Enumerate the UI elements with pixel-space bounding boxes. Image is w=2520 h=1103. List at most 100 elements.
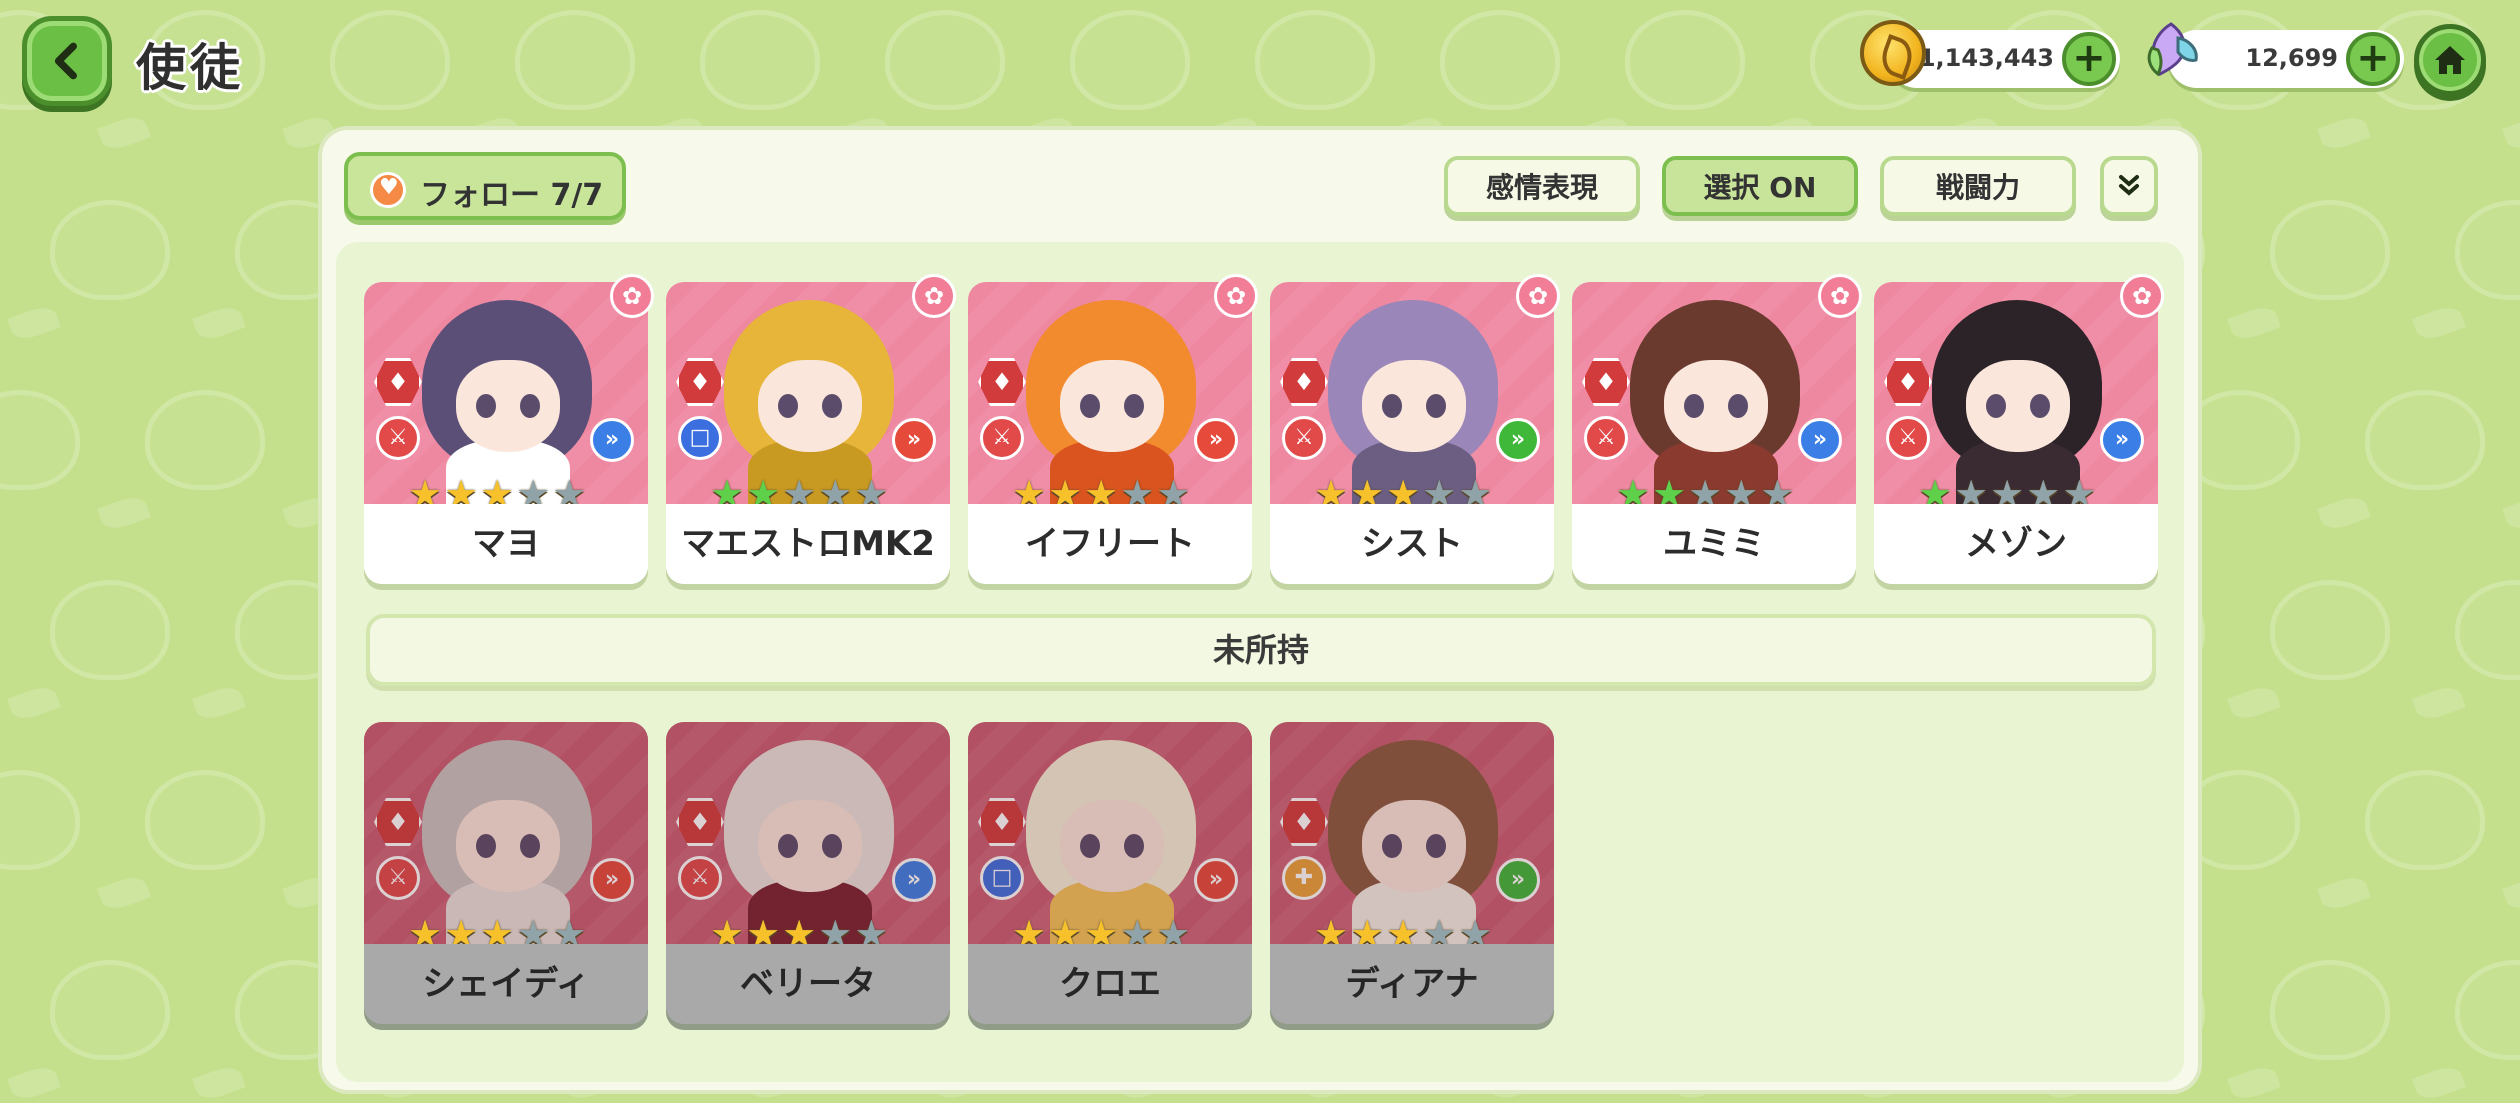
blue-type-icon: » [2100,418,2144,462]
unowned-section-header: 未所持 [366,614,2156,686]
apostle-portrait: ♦ ⚔ » [1572,282,1856,504]
attacker-role-icon: ⚔ [376,856,420,900]
background-doodle [2270,200,2390,300]
background-doodle [145,770,265,870]
coin-icon [1860,20,1926,86]
apostle-name: ディアナ [1270,944,1554,1024]
background-doodle [1070,10,1190,110]
apostle-name: シスト [1270,504,1554,584]
background-leaf [2502,492,2520,534]
favorite-flower-icon[interactable]: ✿ [912,274,956,318]
defender-role-icon: □ [980,856,1024,900]
select-toggle-button[interactable]: 選択 ON [1662,156,1858,216]
defender-role-icon: □ [678,416,722,460]
heart-icon [370,172,406,208]
background-leaf [2317,492,2371,534]
apostle-face [1362,360,1466,452]
background-doodle [2455,200,2520,300]
favorite-flower-icon[interactable]: ✿ [1214,274,1258,318]
back-button[interactable] [22,16,112,106]
apostle-card[interactable]: ♦ ⚔» ★ ★ ★ ★ ★ ✿ メゾン [1874,274,2164,584]
apostle-portrait: ♦ ⚔ » [364,722,648,944]
favorite-flower-icon[interactable]: ✿ [1516,274,1560,318]
background-leaf [2412,302,2466,344]
red-type-icon: » [590,858,634,902]
attacker-role-icon: ⚔ [376,416,420,460]
apostle-card[interactable]: ♦ □» ★ ★ ★ ★ ★ ✿ マエストロMK2 [666,274,956,584]
attacker-role-icon: ⚔ [1886,416,1930,460]
apostle-name: マエストロMK2 [666,504,950,584]
background-leaf [2412,682,2466,724]
background-leaf [97,492,151,534]
background-doodle [0,390,80,490]
apostle-card[interactable]: ♦ ✚» ★ ★ ★ ★ ★ ディアナ [1270,722,1554,1024]
apostle-face [758,800,862,892]
background-leaf [7,682,61,724]
expand-button[interactable] [2100,156,2158,216]
blue-type-icon: » [590,418,634,462]
favorite-flower-icon[interactable]: ✿ [1818,274,1862,318]
apostle-card[interactable]: ♦ ⚔» ★ ★ ★ ★ ★ ✿ マヨ [364,274,654,584]
fire-element-icon: ♦ [1884,358,1932,406]
background-leaf [2317,872,2371,914]
background-doodle [1255,10,1375,110]
attacker-role-icon: ⚔ [980,416,1024,460]
healer-role-icon: ✚ [1282,856,1326,900]
background-doodle [50,200,170,300]
add-gem-button[interactable]: + [2346,32,2400,86]
apostle-card[interactable]: ♦ ⚔» ★ ★ ★ ★ ★ ベリータ [666,722,950,1024]
fire-element-icon: ♦ [978,358,1026,406]
apostle-face [1060,800,1164,892]
double-chevron-down-icon [2119,175,2139,196]
background-leaf [192,682,246,724]
favorite-flower-icon[interactable]: ✿ [610,274,654,318]
apostle-portrait: ♦ □ » [968,722,1252,944]
background-leaf [7,302,61,344]
background-leaf [2227,302,2281,344]
chevron-left-icon [54,42,77,80]
power-sort-button[interactable]: 戦闘力 [1880,156,2076,216]
apostle-panel: フォロー 7/7 感情表現 選択 ON 戦闘力 未所持 ♦⚔»★★★★★✿マヨ♦… [322,130,2198,1090]
favorite-flower-icon[interactable]: ✿ [2120,274,2164,318]
background-doodle [885,10,1005,110]
apostle-card[interactable]: ♦ ⚔» ★ ★ ★ ★ ★ シェイディ [364,722,648,1024]
attacker-role-icon: ⚔ [1282,416,1326,460]
apostle-portrait: ♦ ⚔ » [364,282,648,504]
background-leaf [2502,872,2520,914]
apostle-face [1966,360,2070,452]
gold-amount: 1,143,443 [1918,44,2054,72]
red-type-icon: » [1194,858,1238,902]
apostle-hair [1328,740,1498,910]
apostle-hair [724,740,894,910]
home-button[interactable] [2414,24,2486,96]
attacker-role-icon: ⚔ [1584,416,1628,460]
background-leaf [2227,682,2281,724]
emotion-button[interactable]: 感情表現 [1444,156,1640,216]
gem-amount: 12,699 [2245,44,2338,72]
apostle-face [456,800,560,892]
apostle-card[interactable]: ♦ ⚔» ★ ★ ★ ★ ★ ✿ シスト [1270,274,1560,584]
follow-button[interactable]: フォロー 7/7 [344,152,626,220]
add-gold-button[interactable]: + [2062,32,2116,86]
apostle-card[interactable]: ♦ □» ★ ★ ★ ★ ★ クロエ [968,722,1252,1024]
background-doodle [1440,10,1560,110]
background-leaf [2227,1062,2281,1103]
apostle-name: シェイディ [364,944,648,1024]
background-leaf [192,302,246,344]
home-icon [2435,46,2465,74]
fire-element-icon: ♦ [1582,358,1630,406]
red-type-icon: » [1194,418,1238,462]
background-doodle [2455,960,2520,1060]
fire-element-icon: ♦ [676,798,724,846]
background-doodle [2365,770,2485,870]
apostle-face [758,360,862,452]
background-doodle [2365,390,2485,490]
background-doodle [330,10,450,110]
background-doodle [145,390,265,490]
apostle-face [456,360,560,452]
background-leaf [97,872,151,914]
apostle-card[interactable]: ♦ ⚔» ★ ★ ★ ★ ★ ✿ イフリート [968,274,1258,584]
apostle-card[interactable]: ♦ ⚔» ★ ★ ★ ★ ★ ✿ ユミミ [1572,274,1862,584]
page-title: 使徒 [136,39,244,97]
background-doodle [2180,390,2300,490]
